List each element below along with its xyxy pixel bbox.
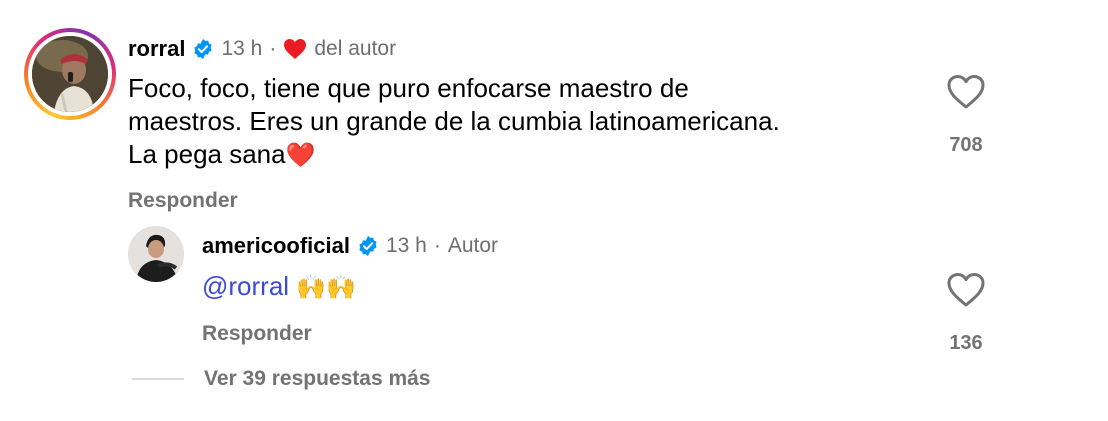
avatar-photo (32, 36, 108, 112)
view-more-replies-button[interactable]: Ver 39 respuestas más (204, 367, 431, 391)
comment-text-line: La pega sana (128, 139, 286, 169)
heart-outline-icon (947, 273, 985, 307)
like-button[interactable] (946, 74, 986, 110)
comment-text-line: Foco, foco, tiene que puro enfocarse mae… (128, 73, 689, 103)
heart-emoji: ❤️ (285, 142, 316, 169)
author-label: Autor (447, 234, 499, 257)
like-count: 708 (949, 134, 983, 156)
heart-outline-icon (947, 75, 985, 109)
username[interactable]: rorral (128, 36, 185, 62)
timestamp: 13 h (385, 234, 427, 257)
comment-text-line: maestros. Eres un grande de la cumbia la… (128, 106, 780, 136)
verified-badge-icon (192, 38, 214, 60)
separator: · (433, 234, 441, 257)
story-ring[interactable] (24, 28, 116, 120)
liked-by-author-label: del autor (314, 37, 397, 60)
avatar[interactable] (32, 36, 108, 112)
username[interactable]: americooficial (202, 233, 350, 259)
separator: · (269, 37, 277, 60)
timestamp: 13 h (221, 37, 263, 60)
reply-button[interactable]: Responder (202, 322, 312, 346)
like-count: 136 (949, 332, 983, 354)
avatar[interactable] (128, 226, 184, 282)
verified-badge-icon (357, 235, 379, 257)
heart-filled-icon (283, 38, 307, 60)
reply-button[interactable]: Responder (128, 189, 238, 213)
raising-hands-emoji: 🙌🙌 (296, 274, 357, 301)
avatar-photo (128, 226, 184, 282)
reply-header: americooficial 13 h · Autor (202, 231, 498, 261)
divider-line (132, 378, 184, 380)
mention-link[interactable]: @rorral (202, 271, 289, 301)
comment-header: rorral 13 h · del autor (128, 34, 396, 64)
comment-text: Foco, foco, tiene que puro enfocarse mae… (128, 72, 908, 172)
like-button[interactable] (946, 272, 986, 308)
reply-text: @rorral 🙌🙌 (202, 270, 356, 304)
